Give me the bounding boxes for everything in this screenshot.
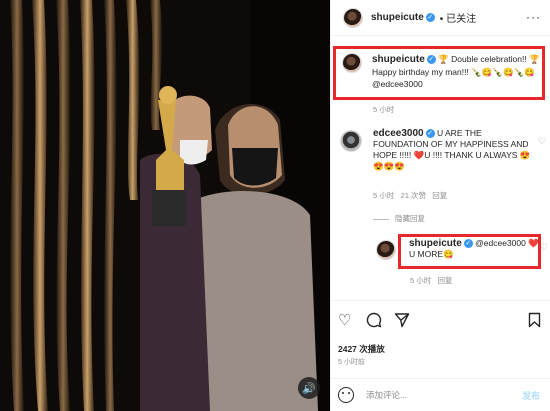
emoji-picker-icon[interactable] — [338, 387, 354, 403]
post-media-video[interactable]: 🔊 — [0, 0, 330, 411]
verified-badge-icon: ✓ — [425, 129, 435, 139]
reply-avatar[interactable] — [376, 240, 396, 260]
reply-item: shupeicute ✓ @edcee3000 ❤️U MORE😋 ♡ — [376, 238, 548, 260]
comment-time: 5 小时 — [373, 191, 395, 200]
reply-meta: 5 小时 回复 — [410, 275, 453, 286]
comment-reply-link[interactable]: 回复 — [432, 191, 447, 200]
verified-badge-icon: ✓ — [463, 239, 473, 249]
commenter-avatar[interactable] — [340, 130, 362, 152]
post-date: 5 小时前 — [338, 359, 365, 366]
media-photo — [0, 0, 330, 411]
comment-bubble-icon[interactable] — [366, 312, 382, 328]
mute-toggle-button[interactable]: 🔊 — [298, 377, 320, 399]
more-options-icon[interactable]: ··· — [526, 10, 541, 24]
comment-item: edcee3000 ✓ U ARE THE FOUNDATION OF MY HA… — [340, 128, 548, 172]
comment-likes[interactable]: 21 次赞 — [401, 191, 426, 200]
reply-username[interactable]: shupeicute — [409, 238, 462, 249]
bookmark-save-icon[interactable] — [528, 312, 541, 328]
caption-avatar[interactable] — [342, 53, 362, 73]
author-avatar[interactable] — [343, 7, 363, 28]
comment-meta: 5 小时 21 次赞 回复 — [373, 190, 447, 201]
post-caption: shupeicute ✓ 🏆 Double celebration!! 🏆Happ… — [342, 53, 540, 90]
like-reply-heart-icon[interactable]: ♡ — [540, 242, 548, 253]
like-comment-heart-icon[interactable]: ♡ — [538, 136, 546, 147]
verified-badge-icon: ✓ — [425, 13, 435, 22]
hide-replies-link[interactable]: 隐藏回复 — [373, 213, 425, 224]
speaker-icon: 🔊 — [302, 382, 316, 395]
commenter-username[interactable]: edcee3000 — [373, 128, 424, 139]
caption-username[interactable]: shupeicute — [372, 54, 425, 65]
play-count[interactable]: 2427 次播放 — [338, 343, 385, 355]
share-send-icon[interactable] — [394, 312, 410, 328]
post-comment-button[interactable]: 发布 — [522, 389, 540, 402]
author-username[interactable]: shupeicute — [371, 12, 424, 23]
like-heart-icon[interactable]: ♡ — [338, 311, 351, 329]
follow-status[interactable]: • 已关注 — [440, 10, 476, 25]
add-comment-bar: 发布 — [330, 378, 550, 411]
reply-time: 5 小时 — [410, 276, 432, 285]
post-header: shupeicute ✓ • 已关注 ··· — [331, 0, 550, 36]
reply-reply-link[interactable]: 回复 — [438, 276, 453, 285]
caption-time: 5 小时 — [373, 105, 395, 114]
post-actions-bar: ♡ — [330, 300, 550, 340]
verified-badge-icon: ✓ — [426, 55, 436, 65]
add-comment-input[interactable] — [366, 386, 486, 404]
